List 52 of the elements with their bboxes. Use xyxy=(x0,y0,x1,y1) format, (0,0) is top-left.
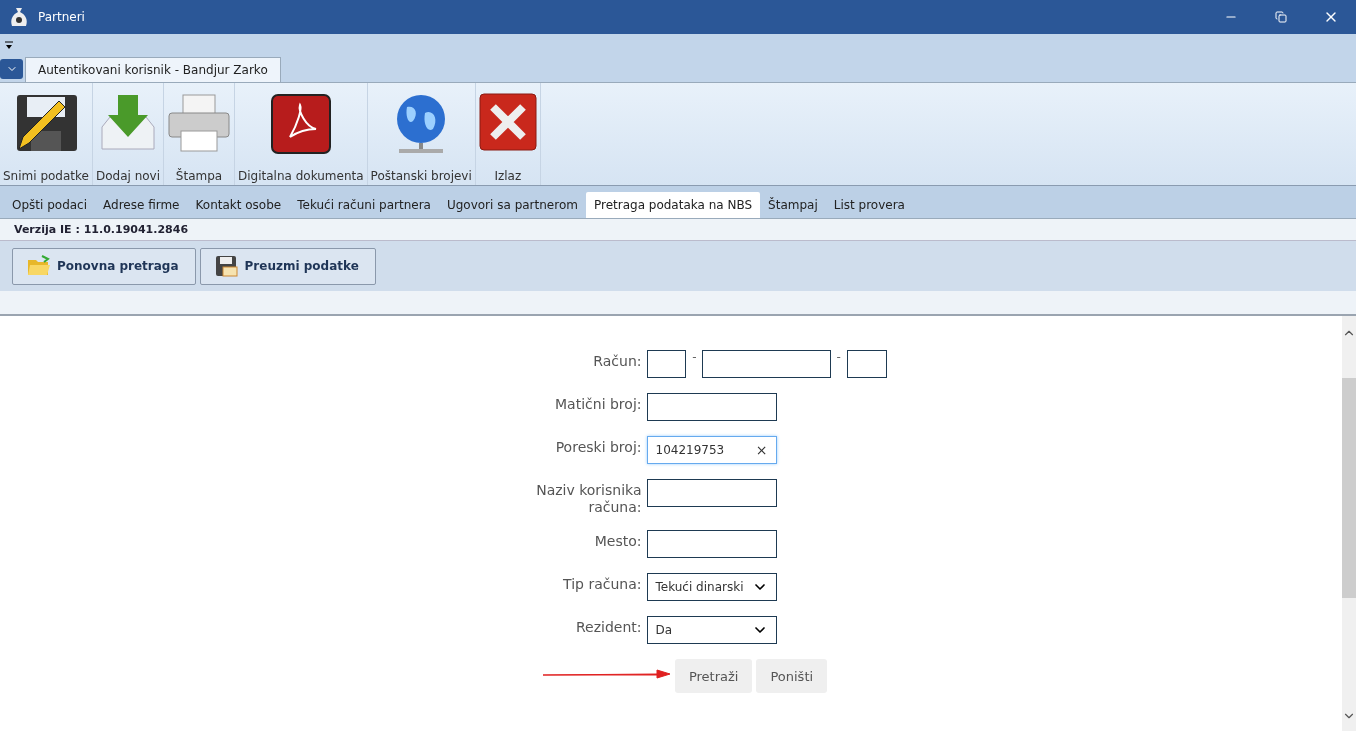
window-title: Partneri xyxy=(38,10,86,24)
field-label: Poreski broj: xyxy=(554,438,642,457)
tab[interactable]: Opšti podaci xyxy=(4,192,96,218)
folder-icon xyxy=(27,255,51,277)
ribbon-button[interactable]: Snimi podatke xyxy=(0,83,93,185)
scroll-thumb[interactable] xyxy=(1342,378,1356,598)
input-field[interactable] xyxy=(646,530,777,558)
input-field[interactable] xyxy=(646,350,687,378)
field-label: Matični broj: xyxy=(554,395,642,414)
form-button[interactable]: Poništi xyxy=(756,659,828,693)
input-field[interactable] xyxy=(846,350,887,378)
input-field[interactable]: 104219753 × xyxy=(646,436,777,464)
input-field[interactable] xyxy=(646,393,777,421)
ribbon-button[interactable]: Dodaj novi xyxy=(92,83,165,185)
inbox-download-icon xyxy=(100,93,156,153)
close-icon xyxy=(478,93,537,151)
toolbar-button[interactable]: Ponovna pretraga xyxy=(12,247,196,285)
ribbon-tab[interactable]: Autentikovani korisnik - Bandjur Zarko xyxy=(25,57,281,82)
tab[interactable]: Štampaj xyxy=(760,192,826,218)
toolbar-button[interactable]: Preuzmi podatke xyxy=(199,247,376,285)
input-field[interactable] xyxy=(646,479,777,507)
field-label: Rezident: xyxy=(574,618,642,637)
tab[interactable]: Tekući računi partnera xyxy=(289,192,439,218)
printer-icon xyxy=(167,93,232,153)
field-label: Račun: xyxy=(592,352,642,371)
ribbon-button[interactable]: Digitalna dokumenta xyxy=(235,83,368,185)
form-button[interactable]: Pretraži xyxy=(674,659,753,693)
dropdown[interactable]: Da xyxy=(646,616,777,644)
restore-icon xyxy=(1275,11,1287,23)
scrollbar[interactable] xyxy=(1342,316,1356,731)
floppy-icon xyxy=(214,255,239,277)
ribbon-button[interactable]: Štampa xyxy=(164,83,236,185)
tab[interactable]: Kontakt osobe xyxy=(187,192,290,218)
app-menu-button[interactable] xyxy=(0,59,23,79)
tab[interactable]: Adrese firme xyxy=(95,192,188,218)
separator-text: - xyxy=(691,350,698,364)
arrow-icon xyxy=(542,669,671,679)
ribbon-button[interactable]: Poštanski brojevi xyxy=(367,83,476,185)
dropdown[interactable]: Tekući dinarski xyxy=(646,573,777,601)
ribbon-button[interactable]: Izlaz xyxy=(475,83,541,185)
tab[interactable]: Ugovori sa partnerom xyxy=(438,192,586,218)
money-bag-icon xyxy=(10,6,28,28)
tab[interactable]: Pretraga podataka na NBS xyxy=(585,192,761,218)
tab[interactable]: List provera xyxy=(825,192,913,218)
input-field[interactable] xyxy=(702,350,831,378)
clear-button[interactable]: × xyxy=(755,442,768,458)
field-label: Naziv korisnika računa: xyxy=(535,481,642,516)
book-icon xyxy=(269,93,332,155)
separator-text: - xyxy=(835,350,842,364)
field-label: Tip računa: xyxy=(562,575,642,594)
field-label: Mesto: xyxy=(593,532,642,551)
version-label: Verzija IE : 11.0.19041.2846 xyxy=(14,223,189,236)
